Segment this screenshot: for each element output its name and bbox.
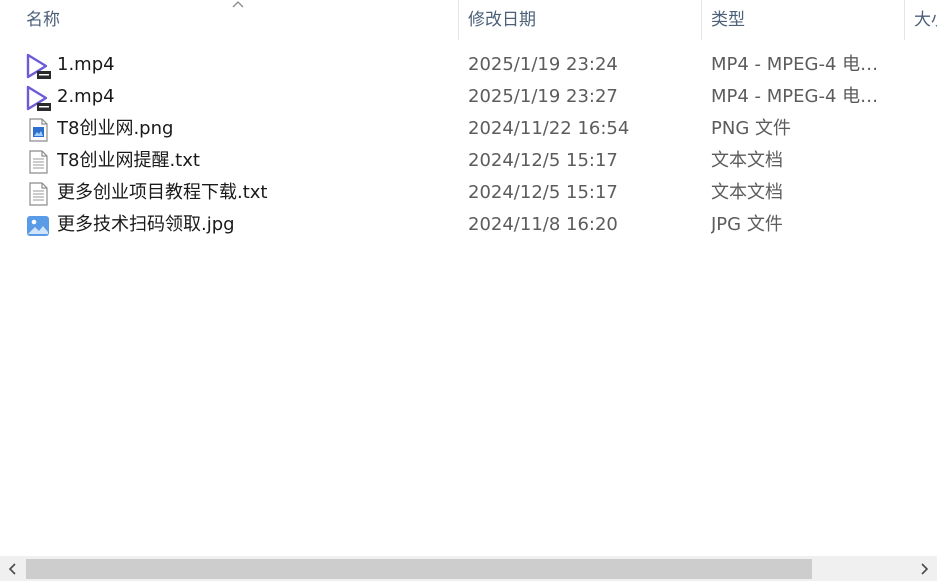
file-type: 文本文档	[711, 182, 783, 203]
file-type: 文本文档	[711, 150, 783, 171]
jpg-image-icon	[27, 216, 49, 236]
file-name: 更多创业项目教程下载.txt	[57, 182, 268, 203]
file-name: 2.mp4	[57, 86, 115, 107]
file-name: 1.mp4	[57, 54, 115, 75]
file-type: JPG 文件	[711, 214, 783, 235]
file-name: T8创业网提醒.txt	[57, 150, 200, 171]
column-divider[interactable]	[458, 0, 459, 40]
file-row[interactable]: T8创业网.png 2024/11/22 16:54 PNG 文件	[0, 113, 937, 145]
file-modified-date: 2025/1/19 23:24	[468, 54, 618, 75]
file-type: MP4 - MPEG-4 电影文件	[711, 86, 896, 107]
file-list: 1.mp4 2025/1/19 23:24 MP4 - MPEG-4 电影文件 …	[0, 49, 937, 241]
mp4-video-icon	[26, 85, 51, 111]
column-header-name[interactable]: 名称	[26, 0, 456, 40]
file-name: T8创业网.png	[57, 118, 174, 139]
file-row[interactable]: 更多技术扫码领取.jpg 2024/11/8 16:20 JPG 文件	[0, 209, 937, 241]
text-document-icon	[29, 182, 48, 206]
column-header-size[interactable]: 大小	[914, 0, 937, 40]
file-row[interactable]: 1.mp4 2025/1/19 23:24 MP4 - MPEG-4 电影文件	[0, 49, 937, 81]
file-type: PNG 文件	[711, 118, 791, 139]
file-modified-date: 2024/12/5 15:17	[468, 150, 618, 171]
file-type: MP4 - MPEG-4 电影文件	[711, 54, 896, 75]
file-name: 更多技术扫码领取.jpg	[57, 214, 235, 235]
file-row[interactable]: 2.mp4 2025/1/19 23:27 MP4 - MPEG-4 电影文件	[0, 81, 937, 113]
file-modified-date: 2025/1/19 23:27	[468, 86, 618, 107]
file-modified-date: 2024/12/5 15:17	[468, 182, 618, 203]
file-modified-date: 2024/11/8 16:20	[468, 214, 618, 235]
file-explorer-list-view: 名称 修改日期 类型 大小 1.mp4 2025/1/19 23:24 MP4 …	[0, 0, 937, 581]
text-document-icon	[29, 150, 48, 174]
column-divider[interactable]	[904, 0, 905, 40]
column-header-bar: 名称 修改日期 类型 大小	[0, 0, 937, 40]
scroll-left-button[interactable]	[0, 556, 26, 581]
scrollbar-thumb[interactable]	[26, 559, 812, 579]
column-header-type[interactable]: 类型	[711, 0, 901, 40]
chevron-right-icon	[921, 562, 929, 575]
file-modified-date: 2024/11/22 16:54	[468, 118, 630, 139]
file-row[interactable]: 更多创业项目教程下载.txt 2024/12/5 15:17 文本文档	[0, 177, 937, 209]
scroll-right-button[interactable]	[911, 556, 937, 581]
column-header-date[interactable]: 修改日期	[468, 0, 698, 40]
file-row[interactable]: T8创业网提醒.txt 2024/12/5 15:17 文本文档	[0, 145, 937, 177]
chevron-left-icon	[8, 562, 16, 575]
column-divider[interactable]	[701, 0, 702, 40]
mp4-video-icon	[26, 53, 51, 79]
png-file-icon	[29, 118, 48, 142]
horizontal-scrollbar[interactable]	[0, 556, 937, 581]
